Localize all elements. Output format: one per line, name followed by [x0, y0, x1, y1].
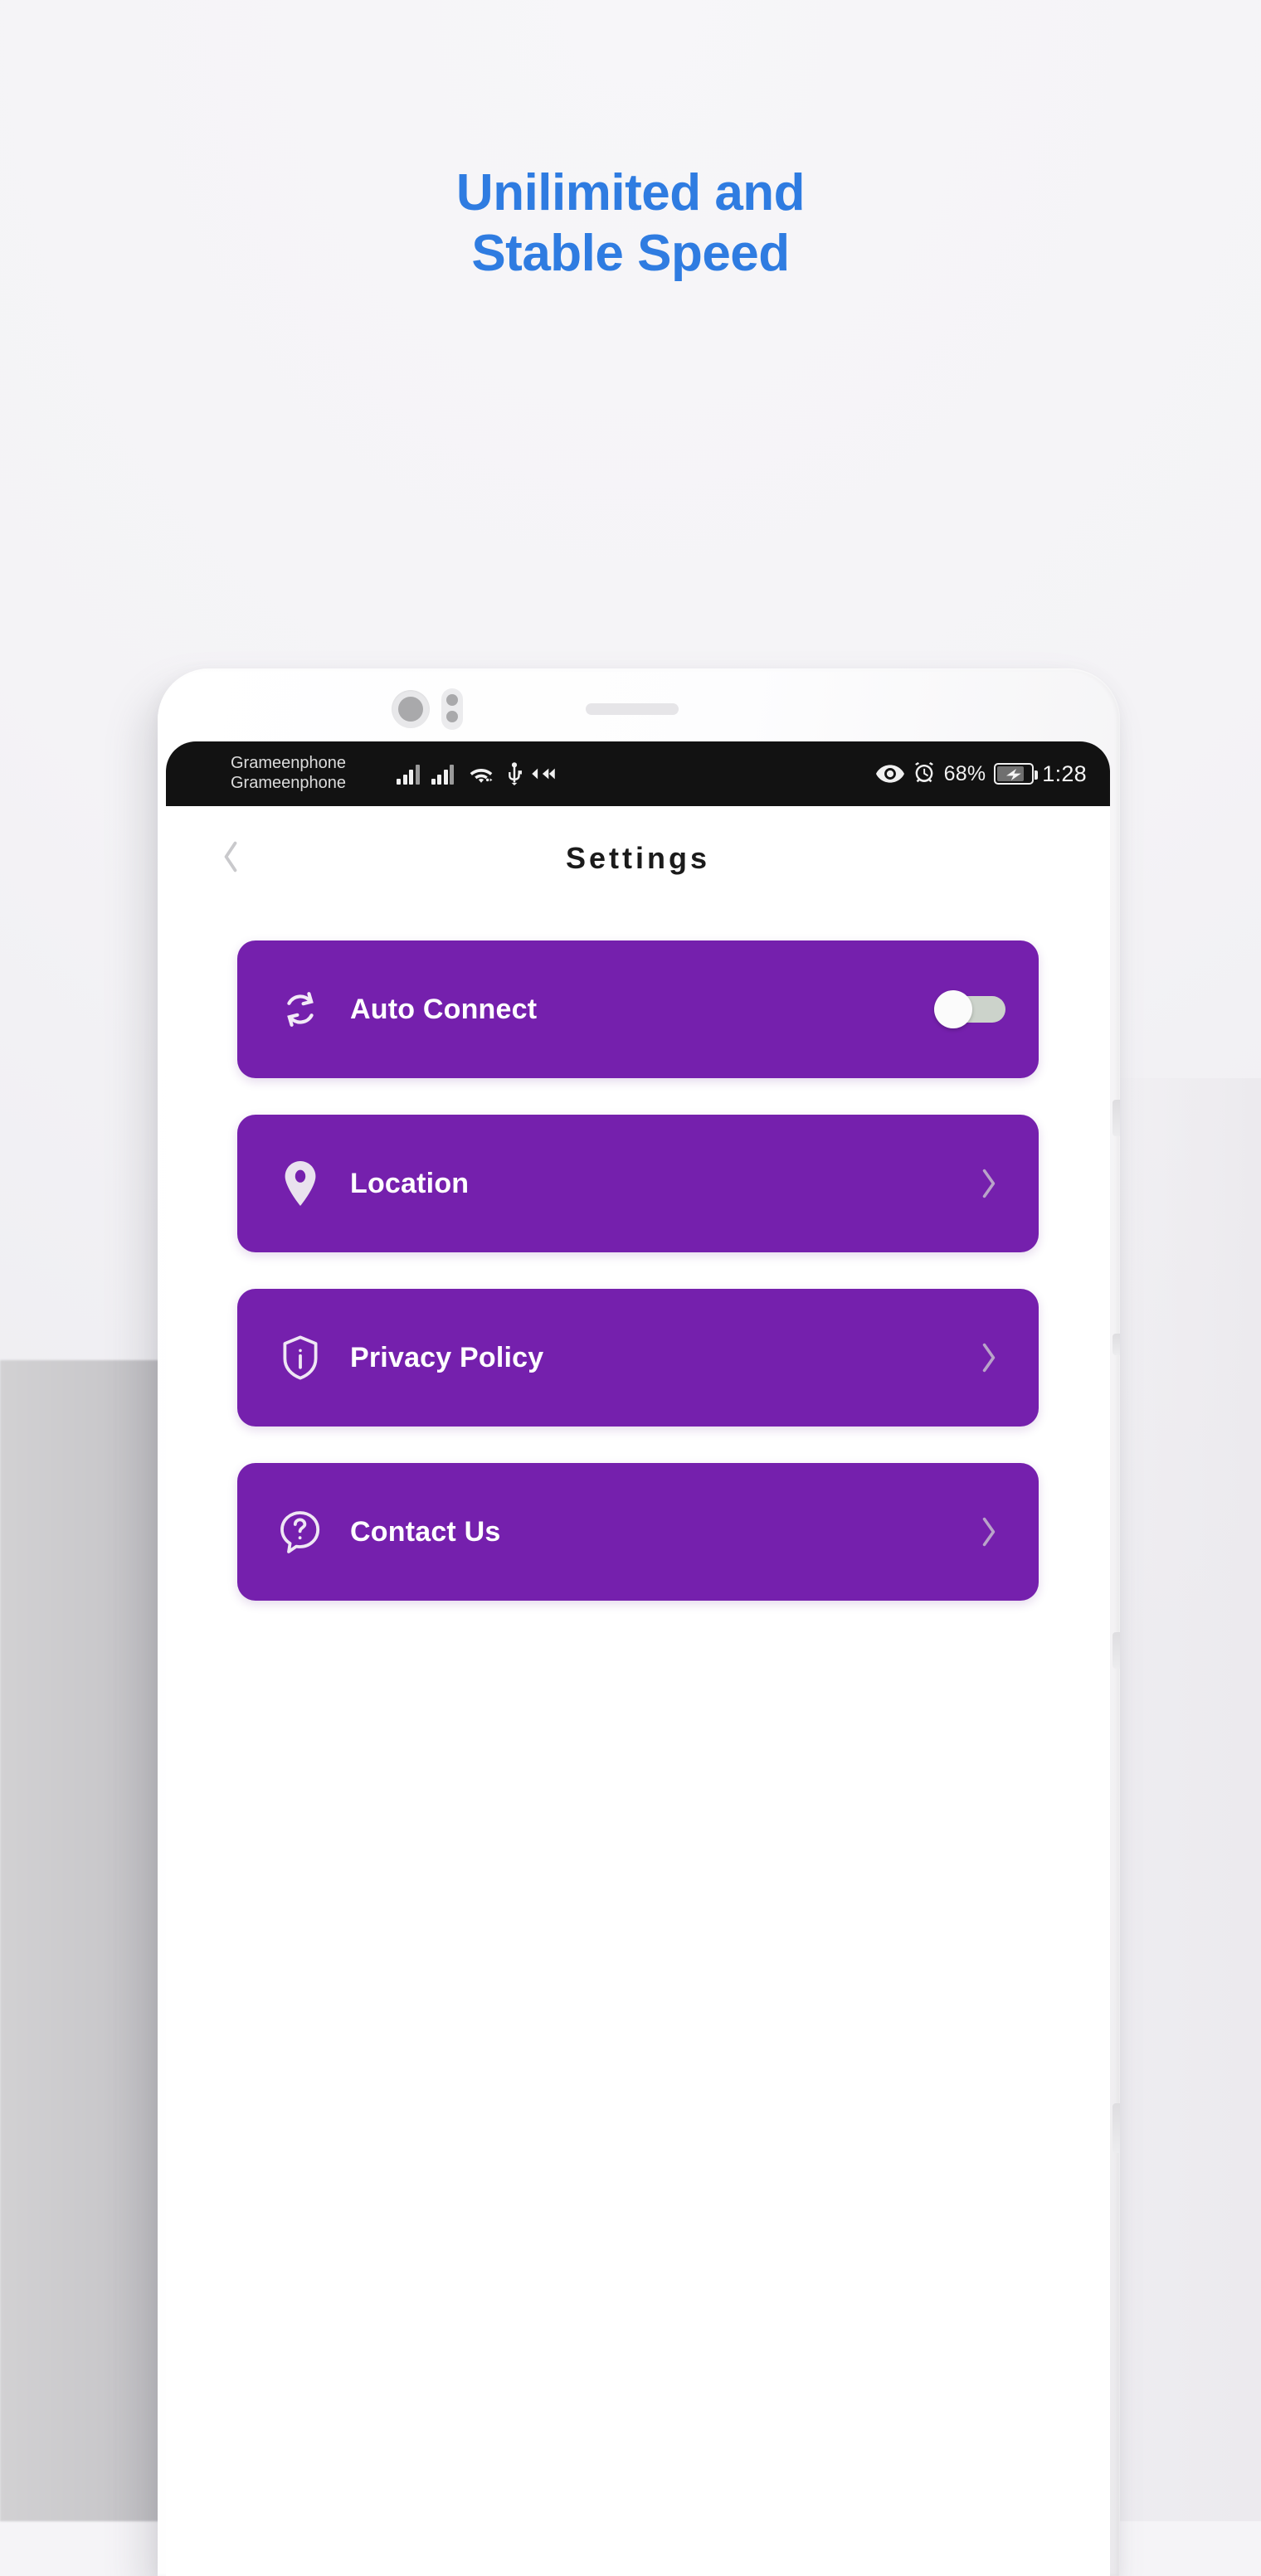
question-bubble-icon [277, 1509, 324, 1555]
map-pin-icon [277, 1160, 324, 1207]
promo-headline: Unilimited and Stable Speed [0, 163, 1261, 284]
alarm-icon [913, 762, 936, 785]
settings-item-label: Contact Us [350, 1515, 501, 1548]
ambient-light-sensor-dot-icon [446, 711, 458, 722]
signal-bars-sim2-icon [431, 763, 454, 785]
signal-bars-sim1-icon [397, 763, 420, 785]
side-button[interactable] [1113, 1334, 1120, 1355]
earpiece-speaker-grille-icon [586, 703, 679, 715]
back-button[interactable] [204, 806, 257, 911]
settings-item-label: Auto Connect [350, 993, 538, 1025]
promo-headline-line-2: Stable Speed [471, 225, 790, 283]
proximity-sensor-dot-icon [446, 694, 458, 706]
toggle-knob [934, 990, 972, 1028]
phone-screen: Grameenphone Grameenphone 68% 1:28 Setti… [166, 741, 1110, 2576]
usb-icon [505, 762, 523, 785]
front-camera-lens-icon [392, 690, 430, 728]
promo-headline-line-1: Unilimited and [455, 164, 806, 221]
wifi-icon [467, 763, 495, 785]
battery-charging-icon [994, 763, 1039, 785]
background-shade-right [1095, 1078, 1261, 2521]
data-transfer-icon [532, 765, 555, 783]
chevron-right-icon [972, 1342, 1005, 1373]
side-button[interactable] [1113, 1632, 1120, 1669]
phone-mockup: Grameenphone Grameenphone 68% 1:28 Setti… [158, 668, 1120, 2576]
carrier-label-sim1: Grameenphone [231, 754, 346, 773]
eye-icon [875, 765, 904, 783]
settings-item-privacy-policy[interactable]: Privacy Policy [237, 1289, 1039, 1427]
chevron-right-icon [972, 1516, 1005, 1548]
carrier-label-sim2: Grameenphone [231, 774, 346, 792]
chevron-left-icon [222, 840, 240, 877]
shield-info-icon [277, 1334, 324, 1381]
settings-item-label: Privacy Policy [350, 1341, 544, 1373]
app-bar: Settings [166, 806, 1110, 911]
status-bar-system-group: 68% 1:28 [875, 761, 1087, 787]
side-button[interactable] [1113, 2103, 1120, 2153]
battery-percent-label: 68% [943, 761, 986, 785]
settings-list: Auto Connect Location Privacy Policy Con… [166, 911, 1110, 1601]
settings-item-contact-us[interactable]: Contact Us [237, 1463, 1039, 1601]
status-bar-carrier-group: Grameenphone Grameenphone [189, 754, 397, 793]
sync-refresh-icon [277, 986, 324, 1033]
status-bar-signal-group [397, 762, 876, 785]
status-bar: Grameenphone Grameenphone 68% 1:28 [166, 741, 1110, 806]
status-bar-clock: 1:28 [1042, 761, 1087, 786]
settings-item-label: Location [350, 1167, 470, 1199]
chevron-right-icon [972, 1168, 1005, 1199]
auto-connect-toggle[interactable] [934, 990, 1005, 1028]
settings-item-auto-connect[interactable]: Auto Connect [237, 940, 1039, 1078]
phone-top-bezel [158, 668, 1120, 741]
side-button[interactable] [1113, 1100, 1120, 1136]
page-title: Settings [565, 841, 710, 875]
settings-item-location[interactable]: Location [237, 1115, 1039, 1252]
